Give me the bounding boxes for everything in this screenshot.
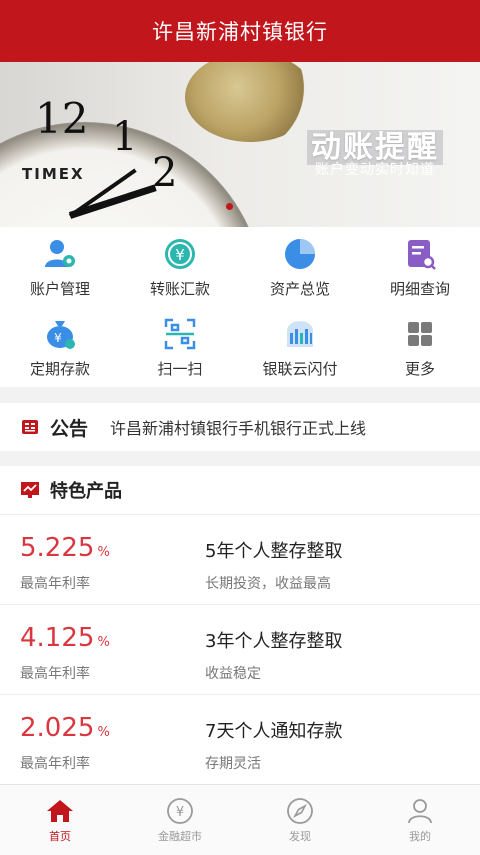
- fixed-deposit-icon: ¥: [43, 317, 77, 351]
- svg-text:¥: ¥: [175, 246, 185, 264]
- menu-label: 账户管理: [29, 280, 90, 298]
- products-header: 特色产品: [0, 466, 480, 515]
- scan-icon: [163, 317, 197, 351]
- clock-brand: TIMEX: [22, 165, 85, 183]
- clock-number: 1: [112, 114, 138, 160]
- announcement-title: 公告: [50, 417, 89, 440]
- product-item[interactable]: 2.025% 最高年利率 7天个人通知存款 存期灵活: [0, 695, 480, 784]
- announcement-icon: [20, 417, 40, 437]
- promo-banner[interactable]: 12 1 2 TIMEX 动账提醒 账户变动实时知道: [0, 62, 480, 227]
- menu-fixed-deposit[interactable]: ¥ 定期存款: [0, 307, 120, 387]
- tab-financial-market[interactable]: ¥ 金融超市: [120, 785, 240, 855]
- menu-account-management[interactable]: 账户管理: [0, 227, 120, 307]
- menu-label: 银联云闪付: [262, 360, 338, 378]
- more-grid-icon: [403, 317, 437, 351]
- tab-mine[interactable]: 我的: [360, 785, 480, 855]
- product-desc: 存期灵活: [205, 756, 261, 772]
- clock-red-dot: [226, 203, 233, 210]
- compass-icon: [285, 796, 315, 826]
- menu-asset-overview[interactable]: 资产总览: [240, 227, 360, 307]
- product-rate-label: 最高年利率: [20, 576, 90, 592]
- tab-label: 发现: [289, 830, 311, 843]
- announcement-bar[interactable]: 公告 许昌新浦村镇银行手机银行正式上线: [0, 403, 480, 451]
- detail-query-icon: [403, 237, 437, 271]
- menu-label: 更多: [404, 360, 435, 378]
- product-rate-label: 最高年利率: [20, 756, 90, 772]
- product-rate-label: 最高年利率: [20, 666, 90, 682]
- clock-number: 12: [35, 94, 89, 143]
- product-item[interactable]: 5.225% 最高年利率 5年个人整存整取 长期投资，收益最高: [0, 515, 480, 605]
- product-desc: 收益稳定: [205, 666, 261, 682]
- trend-chart-icon: [20, 480, 40, 500]
- product-name: 5年个人整存整取: [205, 541, 343, 562]
- featured-products: 特色产品 5.225% 最高年利率 5年个人整存整取 长期投资，收益最高 4.1…: [0, 466, 480, 784]
- product-desc: 长期投资，收益最高: [205, 576, 331, 592]
- menu-more[interactable]: 更多: [360, 307, 480, 387]
- app-header: 许昌新浦村镇银行: [0, 0, 480, 62]
- menu-detail-query[interactable]: 明细查询: [360, 227, 480, 307]
- banner-subtitle: 账户变动实时知道: [315, 162, 435, 178]
- announcement-text: 许昌新浦村镇银行手机银行正式上线: [110, 419, 367, 438]
- product-rate: 2.025%: [20, 713, 110, 743]
- account-management-icon: [43, 237, 77, 271]
- product-name: 7天个人通知存款: [205, 721, 343, 742]
- menu-unionpay-quickpass[interactable]: 银联云闪付: [240, 307, 360, 387]
- product-rate: 5.225%: [20, 533, 110, 563]
- products-title: 特色产品: [50, 481, 122, 502]
- unionpay-quickpass-icon: [283, 317, 317, 351]
- tab-label: 我的: [409, 830, 431, 843]
- menu-label: 定期存款: [29, 360, 90, 378]
- transfer-icon: ¥: [163, 237, 197, 271]
- product-name: 3年个人整存整取: [205, 631, 343, 652]
- menu-label: 明细查询: [389, 280, 450, 298]
- menu-scan[interactable]: 扫一扫: [120, 307, 240, 387]
- tab-home[interactable]: 首页: [0, 785, 120, 855]
- svg-text:¥: ¥: [54, 331, 62, 345]
- menu-label: 转账汇款: [149, 280, 210, 298]
- menu-label: 资产总览: [269, 280, 330, 298]
- bottom-tab-bar: 首页 ¥ 金融超市 发现 我的: [0, 784, 480, 855]
- product-item[interactable]: 4.125% 最高年利率 3年个人整存整取 收益稳定: [0, 605, 480, 695]
- tab-label: 首页: [49, 830, 71, 843]
- menu-transfer[interactable]: ¥ 转账汇款: [120, 227, 240, 307]
- function-menu: 账户管理 ¥ 转账汇款 资产总览 明细查询 ¥ 定期存款 扫一扫 银联云闪付 更…: [0, 227, 480, 387]
- product-rate: 4.125%: [20, 623, 110, 653]
- clock-bell-image: [185, 62, 315, 142]
- app-title: 许昌新浦村镇银行: [152, 20, 328, 44]
- yen-circle-icon: ¥: [165, 796, 195, 826]
- tab-label: 金融超市: [158, 830, 202, 843]
- svg-text:¥: ¥: [176, 805, 184, 820]
- user-icon: [405, 796, 435, 826]
- tab-discover[interactable]: 发现: [240, 785, 360, 855]
- home-icon: [45, 796, 75, 826]
- menu-label: 扫一扫: [157, 360, 203, 378]
- asset-overview-icon: [283, 237, 317, 271]
